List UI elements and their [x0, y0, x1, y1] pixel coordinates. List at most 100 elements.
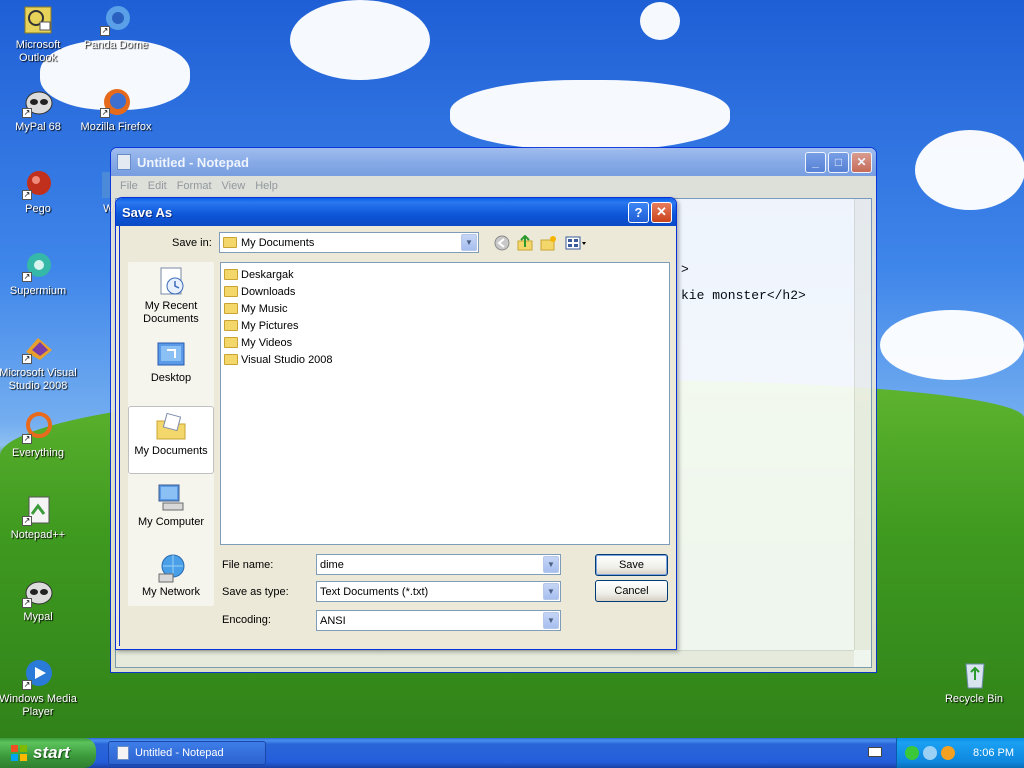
music-folder-icon	[224, 303, 238, 314]
encoding-value: ANSI	[320, 614, 346, 627]
media-player-icon: ↗	[22, 658, 54, 690]
list-item[interactable]: Deskargak	[224, 266, 666, 283]
place-label: My Computer	[137, 516, 205, 528]
desktop-icon-label: Supermium	[9, 285, 67, 297]
taskbar: start Untitled - Notepad 8:06 PM	[0, 738, 1024, 768]
vertical-scrollbar[interactable]	[854, 199, 871, 650]
file-name-label: File name:	[222, 559, 274, 571]
up-folder-icon[interactable]	[516, 234, 534, 252]
place-label: My Documents	[134, 445, 208, 457]
dialog-title: Save As	[122, 204, 173, 220]
notepad-icon	[117, 746, 129, 760]
place-my-computer[interactable]: My Computer	[128, 482, 214, 529]
place-my-recent-documents[interactable]: My Recent Documents	[128, 266, 214, 326]
list-item[interactable]: My Pictures	[224, 317, 666, 334]
dialog-title-bar[interactable]: Save As ? ✕	[116, 198, 676, 226]
desktop-icon-supermium[interactable]: ↗ Supermium	[0, 250, 78, 298]
desktop-icon-recycle-bin[interactable]: Recycle Bin	[934, 658, 1014, 706]
place-my-network[interactable]: My Network	[128, 552, 214, 599]
horizontal-scrollbar[interactable]	[116, 650, 854, 667]
supermium-icon: ↗	[22, 250, 54, 282]
cloud	[915, 130, 1024, 210]
encoding-dropdown[interactable]: ANSI ▼	[316, 610, 561, 631]
chevron-down-icon[interactable]: ▼	[461, 234, 477, 251]
file-name-text: My Videos	[241, 336, 293, 349]
file-name-value: dime	[320, 558, 344, 571]
recent-documents-icon	[155, 266, 187, 298]
desktop-icon-everything[interactable]: ↗ Everything	[0, 412, 78, 460]
place-label: My Network	[141, 586, 201, 598]
menu-edit[interactable]: Edit	[143, 180, 172, 192]
menu-view[interactable]: View	[217, 180, 251, 192]
chevron-down-icon[interactable]: ▼	[543, 556, 559, 573]
list-item[interactable]: Visual Studio 2008	[224, 351, 666, 368]
file-name-text: Visual Studio 2008	[241, 353, 333, 366]
chevron-down-icon[interactable]: ▼	[543, 583, 559, 600]
desktop-icon-panda-dome[interactable]: ↗ Panda Dome	[76, 4, 156, 52]
desktop-icon-outlook[interactable]: Microsoft Outlook	[0, 4, 78, 65]
desktop-icon-label: Panda Dome	[83, 39, 149, 51]
chevron-down-icon[interactable]: ▼	[543, 612, 559, 629]
notepad-text-line: kie monster</h2>	[681, 288, 806, 303]
desktop-icon-mypal68[interactable]: ↗ MyPal 68	[0, 86, 78, 134]
menu-help[interactable]: Help	[250, 180, 283, 192]
dialog-close-button[interactable]: ✕	[651, 201, 672, 223]
views-menu-icon[interactable]	[564, 234, 588, 252]
place-desktop[interactable]: Desktop	[128, 338, 214, 385]
recycle-bin-icon	[958, 658, 990, 690]
folder-icon	[224, 354, 238, 365]
help-button[interactable]: ?	[628, 201, 649, 223]
menu-file[interactable]: File	[115, 180, 143, 192]
clock[interactable]: 8:06 PM	[973, 747, 1014, 759]
speaker-icon[interactable]	[923, 746, 937, 760]
folder-icon	[224, 269, 238, 280]
file-name-text: Deskargak	[241, 268, 294, 281]
desktop-icon-firefox[interactable]: ↗ Mozilla Firefox	[76, 86, 156, 134]
tray-app-icon[interactable]	[905, 746, 919, 760]
dialog-body: Save in: My Documents ▼ My Recent Docume…	[119, 226, 673, 646]
panda-dome-icon: ↗	[100, 4, 132, 36]
desktop-icon-notepadpp[interactable]: ↗ Notepad++	[0, 494, 78, 542]
cloud	[880, 310, 1024, 380]
start-button[interactable]: start	[0, 738, 96, 768]
cancel-button[interactable]: Cancel	[595, 580, 668, 602]
file-name-field[interactable]: dime ▼	[316, 554, 561, 575]
desktop-icon-pego[interactable]: ↗ Pego	[0, 168, 78, 216]
save-in-dropdown[interactable]: My Documents ▼	[219, 232, 479, 253]
desktop-icon-media-player[interactable]: ↗ Windows Media Player	[0, 658, 78, 719]
maximize-button[interactable]: □	[828, 151, 849, 173]
back-icon[interactable]	[493, 234, 511, 252]
my-documents-icon	[155, 411, 187, 443]
pictures-folder-icon	[224, 320, 238, 331]
place-my-documents[interactable]: My Documents	[128, 406, 214, 474]
desktop-icon-mypal[interactable]: ↗ Mypal	[0, 576, 78, 624]
list-item[interactable]: My Music	[224, 300, 666, 317]
search-icon[interactable]	[941, 746, 955, 760]
save-as-type-dropdown[interactable]: Text Documents (*.txt) ▼	[316, 581, 561, 602]
file-list[interactable]: Deskargak Downloads My Music My Pictures…	[220, 262, 670, 545]
desktop-icon-visual-studio[interactable]: ↗ Microsoft Visual Studio 2008	[0, 332, 78, 393]
keyboard-icon[interactable]	[868, 747, 882, 757]
desktop-icon-label: Mypal	[23, 611, 53, 623]
list-item[interactable]: Downloads	[224, 283, 666, 300]
visual-studio-icon: ↗	[22, 332, 54, 364]
folder-icon	[223, 237, 237, 248]
taskbar-item-label: Untitled - Notepad	[135, 747, 224, 759]
outlook-icon	[22, 4, 54, 36]
save-as-type-value: Text Documents (*.txt)	[320, 585, 429, 598]
minimize-button[interactable]: _	[805, 151, 826, 173]
save-as-dialog: Save As ? ✕ Save in: My Documents ▼ My R…	[115, 197, 677, 650]
notepad-title-bar[interactable]: Untitled - Notepad _ □ ✕	[111, 148, 876, 176]
new-folder-icon[interactable]	[539, 234, 557, 252]
desktop-icon-label: Notepad++	[10, 529, 66, 541]
everything-icon: ↗	[22, 412, 54, 444]
app-icon	[80, 168, 112, 200]
menu-format[interactable]: Format	[172, 180, 217, 192]
notepad-title: Untitled - Notepad	[137, 154, 249, 170]
close-button[interactable]: ✕	[851, 151, 872, 173]
taskbar-item-notepad[interactable]: Untitled - Notepad	[108, 741, 266, 765]
save-button[interactable]: Save	[595, 554, 668, 576]
desktop-icon-label: Mozilla Firefox	[80, 121, 152, 133]
list-item[interactable]: My Videos	[224, 334, 666, 351]
network-icon	[155, 552, 187, 584]
